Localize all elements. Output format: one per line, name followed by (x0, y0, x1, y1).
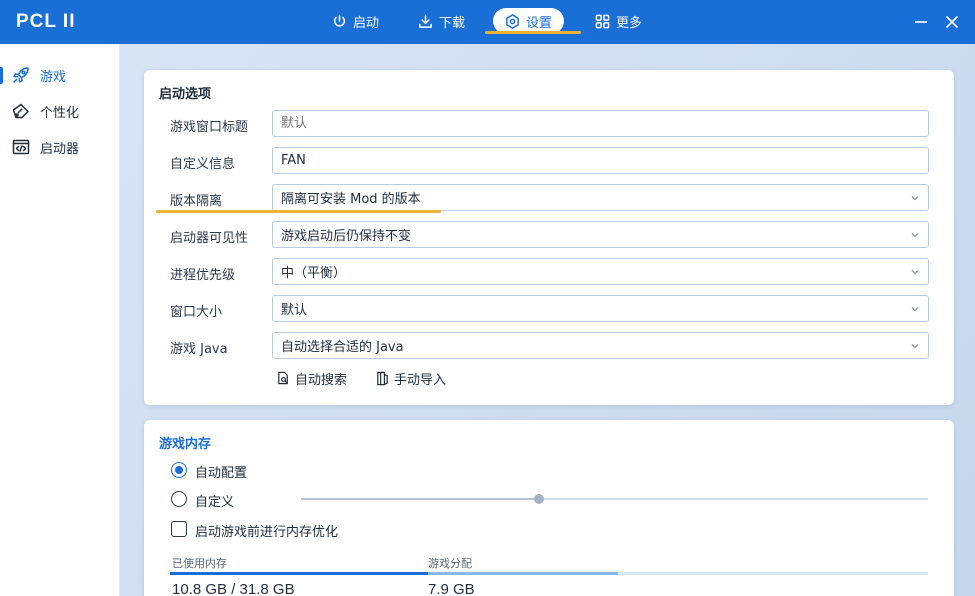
settings-icon (506, 13, 519, 29)
row-label-version-isolation: 版本隔离 (170, 194, 223, 209)
nav-tab-more[interactable]: 更多 (583, 8, 654, 34)
allocated-memory-bar (428, 572, 618, 575)
used-memory-label: 已使用内存 (172, 557, 227, 570)
chevron-down-icon (911, 196, 919, 201)
field-value: 自动选择合适的 Java (281, 340, 404, 355)
download-icon (419, 14, 432, 28)
version-isolation-select[interactable]: 隔离可安装 Mod 的版本 (272, 184, 929, 211)
custom-info-input[interactable]: FAN (272, 147, 929, 174)
auto-search-button[interactable]: 自动搜索 (276, 369, 347, 388)
nav-tab-download[interactable]: 下载 (406, 8, 477, 34)
window-size-select[interactable]: 默认 (272, 295, 929, 322)
row-label-custom-info: 自定义信息 (170, 157, 236, 172)
chevron-down-icon (911, 270, 919, 275)
auto-config-radio[interactable] (171, 462, 187, 478)
field-value: 默认 (281, 303, 308, 318)
field-value: FAN (281, 153, 306, 168)
grid-icon (595, 14, 610, 28)
sidebar: 游戏 个性化 启动器 (0, 44, 120, 596)
close-icon (946, 16, 958, 28)
minimize-button[interactable] (911, 12, 931, 32)
used-memory-bar (170, 572, 428, 575)
minimize-icon (915, 21, 927, 23)
highlight-underline (156, 210, 441, 213)
game-memory-card: 游戏内存 自动配置 自定义 启动游戏前进行内存优化 已使用内存 游戏分配 10.… (144, 420, 954, 596)
sidebar-item-label: 个性化 (40, 105, 80, 121)
search-file-icon (278, 371, 288, 385)
active-marker (0, 67, 3, 84)
nav-tab-label: 设置 (526, 15, 553, 31)
row-label-window-size: 窗口大小 (170, 305, 223, 320)
close-button[interactable] (942, 12, 962, 32)
top-nav: 启动 下载 设置 更多 (0, 0, 975, 44)
memory-optimize-label: 启动游戏前进行内存优化 (195, 525, 339, 540)
field-value: 游戏启动后仍保持不变 (281, 229, 412, 244)
sidebar-item-launcher[interactable]: 启动器 (0, 131, 120, 163)
game-java-select[interactable]: 自动选择合适的 Java (272, 332, 929, 359)
manual-import-button[interactable]: 手动导入 (375, 369, 446, 388)
sidebar-item-game[interactable]: 游戏 (0, 59, 120, 91)
sidebar-item-personalize[interactable]: 个性化 (0, 95, 120, 127)
custom-radio[interactable] (171, 491, 187, 507)
card-title: 启动选项 (159, 87, 212, 102)
launcher-visibility-select[interactable]: 游戏启动后仍保持不变 (272, 221, 929, 248)
field-value: 中（平衡） (281, 266, 347, 281)
folder-import-icon (377, 371, 388, 386)
palette-icon (12, 103, 29, 119)
slider-fill (301, 498, 539, 500)
button-label: 手动导入 (394, 373, 447, 388)
custom-label: 自定义 (195, 495, 235, 510)
row-label-launcher-visibility: 启动器可见性 (170, 231, 249, 246)
slider-thumb[interactable] (534, 494, 544, 504)
card-title: 游戏内存 (159, 437, 212, 452)
nav-tab-label: 下载 (439, 15, 466, 31)
chevron-down-icon (911, 344, 919, 349)
rocket-icon (13, 67, 29, 83)
sidebar-item-label: 游戏 (40, 69, 67, 85)
nav-tab-label: 更多 (616, 15, 643, 31)
row-label-game-java: 游戏 Java (170, 342, 228, 357)
nav-tab-label: 启动 (353, 15, 380, 31)
sidebar-item-label: 启动器 (40, 141, 80, 157)
row-label-process-priority: 进程优先级 (170, 268, 236, 283)
free-memory-bar (618, 572, 928, 575)
chevron-down-icon (911, 233, 919, 238)
chevron-down-icon (911, 307, 919, 312)
row-label-window-title: 游戏窗口标题 (170, 120, 249, 135)
highlight-underline (485, 31, 581, 34)
memory-slider[interactable] (301, 494, 928, 504)
allocated-memory-value: 7.9 GB (428, 581, 475, 596)
used-memory-value: 10.8 GB / 31.8 GB (172, 581, 295, 596)
code-window-icon (12, 139, 30, 155)
window-title-input[interactable] (272, 110, 929, 137)
main-content: 启动选项 游戏窗口标题 自定义信息 FAN 版本隔离 隔离可安装 Mod 的版本… (120, 44, 975, 596)
power-icon (333, 14, 346, 27)
launch-options-card: 启动选项 游戏窗口标题 自定义信息 FAN 版本隔离 隔离可安装 Mod 的版本… (144, 70, 954, 405)
title-bar: PCL II 启动 下载 设置 更多 (0, 0, 975, 44)
field-value: 隔离可安装 Mod 的版本 (281, 192, 421, 207)
nav-tab-launch[interactable]: 启动 (320, 8, 391, 34)
auto-config-label: 自动配置 (195, 466, 248, 481)
button-label: 自动搜索 (295, 373, 348, 388)
process-priority-select[interactable]: 中（平衡） (272, 258, 929, 285)
memory-optimize-checkbox[interactable] (171, 521, 187, 537)
allocated-memory-label: 游戏分配 (428, 557, 472, 570)
